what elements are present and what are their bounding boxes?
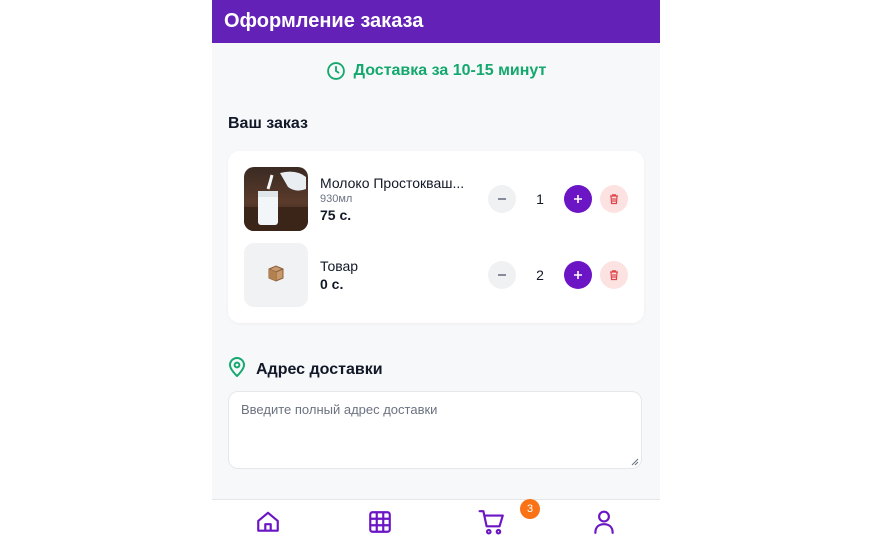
app-header: Оформление заказа bbox=[212, 0, 660, 43]
product-price: 75 с. bbox=[320, 207, 352, 223]
increase-quantity-button[interactable] bbox=[564, 185, 592, 213]
minus-icon bbox=[498, 198, 506, 200]
bottom-navigation: 3 bbox=[212, 499, 660, 547]
order-item: Товар 0 с. 2 bbox=[244, 243, 628, 307]
resize-handle-icon bbox=[631, 458, 639, 466]
order-items-card: Молоко Простокваш... 930мл 75 с. 1 Товар… bbox=[228, 151, 644, 323]
plus-icon bbox=[574, 271, 582, 279]
clock-icon bbox=[326, 61, 346, 81]
minus-icon bbox=[498, 274, 506, 276]
trash-icon bbox=[610, 194, 618, 205]
plus-icon bbox=[574, 195, 582, 203]
nav-item-home[interactable] bbox=[212, 500, 324, 547]
quantity-controls: 2 bbox=[488, 261, 628, 289]
quantity-value: 2 bbox=[536, 267, 544, 283]
order-section-title: Ваш заказ bbox=[228, 115, 308, 132]
address-placeholder: Введите полный адрес доставки bbox=[241, 402, 438, 417]
nav-item-profile[interactable] bbox=[548, 500, 660, 547]
decrease-quantity-button[interactable] bbox=[488, 185, 516, 213]
page-title: Оформление заказа bbox=[224, 10, 424, 32]
delivery-time-text: Доставка за 10-15 минут bbox=[353, 62, 547, 79]
location-pin-icon bbox=[228, 357, 246, 382]
cart-icon bbox=[478, 509, 506, 540]
nav-item-catalog[interactable] bbox=[324, 500, 436, 547]
product-price: 0 с. bbox=[320, 276, 344, 292]
product-image-milk[interactable] bbox=[244, 167, 308, 231]
product-image-placeholder[interactable] bbox=[244, 243, 308, 307]
product-name: Молоко Простокваш... bbox=[320, 175, 465, 191]
user-icon bbox=[592, 509, 616, 540]
checkout-screen: Оформление заказа Доставка за 10-15 мину… bbox=[212, 0, 660, 547]
address-title-text: Адрес доставки bbox=[256, 360, 383, 378]
product-info: Товар 0 с. bbox=[320, 258, 480, 292]
home-icon bbox=[255, 509, 281, 540]
product-info: Молоко Простокваш... 930мл 75 с. bbox=[320, 175, 480, 223]
address-input[interactable]: Введите полный адрес доставки bbox=[228, 391, 642, 469]
nav-item-cart[interactable]: 3 bbox=[436, 499, 548, 547]
address-section-title: Адрес доставки bbox=[228, 357, 383, 382]
quantity-value: 1 bbox=[536, 191, 544, 207]
delivery-time-banner: Доставка за 10-15 минут bbox=[212, 61, 660, 81]
grid-icon bbox=[367, 509, 393, 540]
product-name: Товар bbox=[320, 258, 359, 274]
box-icon bbox=[265, 262, 287, 289]
cart-badge: 3 bbox=[520, 499, 540, 519]
quantity-controls: 1 bbox=[488, 185, 628, 213]
trash-icon bbox=[610, 270, 618, 281]
order-item: Молоко Простокваш... 930мл 75 с. 1 bbox=[244, 167, 628, 231]
increase-quantity-button[interactable] bbox=[564, 261, 592, 289]
remove-item-button[interactable] bbox=[600, 261, 628, 289]
product-volume: 930мл bbox=[320, 193, 353, 205]
remove-item-button[interactable] bbox=[600, 185, 628, 213]
decrease-quantity-button[interactable] bbox=[488, 261, 516, 289]
